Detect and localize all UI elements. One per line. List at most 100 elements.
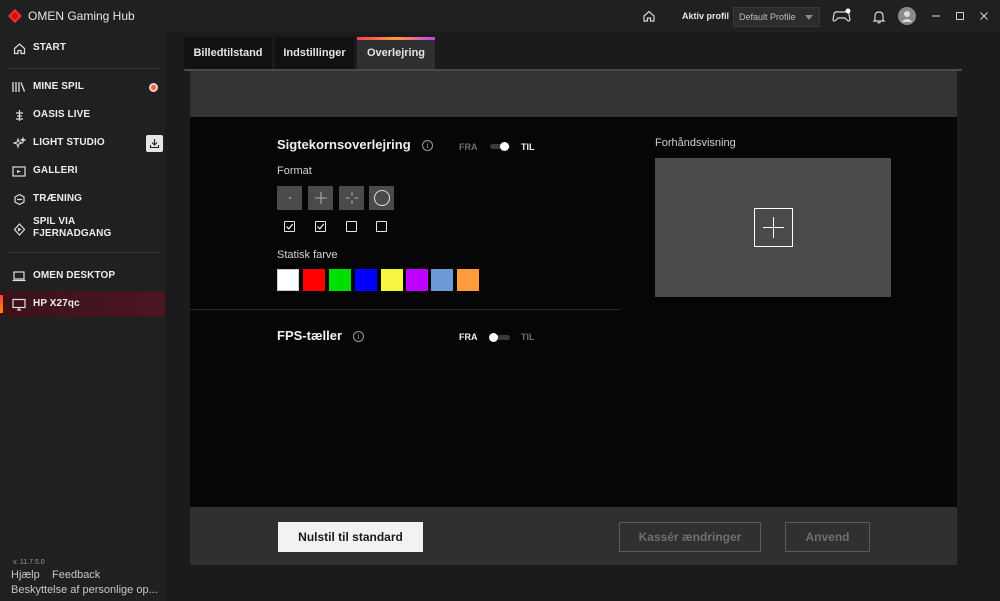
controller-icon[interactable] bbox=[830, 6, 854, 26]
notification-badge bbox=[149, 82, 158, 92]
color-swatch[interactable] bbox=[329, 269, 351, 291]
tab-label: Indstillinger bbox=[283, 47, 346, 59]
crosshair-section-title: Sigtekornsoverlejring bbox=[277, 137, 411, 152]
tab-label: Billedtilstand bbox=[193, 47, 263, 59]
download-button[interactable] bbox=[146, 134, 163, 152]
format-label: Format bbox=[277, 165, 312, 177]
fps-toggle-on-label: TIL bbox=[521, 332, 535, 342]
sidebar-item-label: OMEN DESKTOP bbox=[33, 270, 116, 281]
toggle-knob bbox=[500, 142, 509, 151]
sidebar-item-label: OASIS LIVE bbox=[33, 109, 91, 120]
tab-billedtilstand[interactable]: Billedtilstand bbox=[184, 37, 272, 69]
sidebar-item-light-studio[interactable]: LIGHT STUDIO bbox=[0, 130, 165, 156]
home-icon bbox=[11, 40, 27, 56]
sidebar-item-label: MINE SPIL bbox=[33, 81, 84, 92]
apply-button[interactable]: Anvend bbox=[785, 522, 870, 552]
format-dot-checkbox[interactable] bbox=[284, 221, 295, 232]
help-link[interactable]: Hjælp bbox=[11, 569, 40, 581]
crosshair-toggle-on-label: TIL bbox=[521, 142, 535, 152]
profile-select-value: Default Profile bbox=[739, 12, 796, 22]
sidebar-item-oasis-live[interactable]: OASIS LIVE bbox=[0, 102, 165, 128]
color-swatch[interactable] bbox=[355, 269, 377, 291]
plus-crosshair-icon bbox=[314, 192, 327, 204]
fps-section-title: FPS-tæller bbox=[277, 328, 343, 343]
info-icon[interactable]: i bbox=[422, 140, 433, 151]
sidebar-item-label: GALLERI bbox=[33, 165, 78, 176]
reset-to-default-button[interactable]: Nulstil til standard bbox=[278, 522, 423, 552]
chevron-down-icon bbox=[805, 15, 813, 20]
format-circle-checkbox[interactable] bbox=[376, 221, 387, 232]
plus-crosshair-icon bbox=[763, 217, 784, 238]
window-edge bbox=[996, 32, 1000, 601]
dot-crosshair-icon bbox=[288, 197, 291, 199]
remote-play-icon bbox=[11, 221, 27, 237]
omen-logo-icon bbox=[8, 9, 22, 23]
crosshair-toggle-off-label: FRA bbox=[459, 142, 478, 152]
check-icon bbox=[286, 223, 294, 230]
color-swatch[interactable] bbox=[457, 269, 479, 291]
sidebar-item-start[interactable]: START bbox=[0, 35, 165, 61]
sidebar-item-omen-desktop[interactable]: OMEN DESKTOP bbox=[0, 263, 165, 289]
format-gap-checkbox[interactable] bbox=[346, 221, 357, 232]
color-swatch[interactable] bbox=[277, 269, 299, 291]
fps-toggle-off-label: FRA bbox=[459, 332, 478, 342]
format-dot-tile[interactable] bbox=[277, 186, 302, 210]
sidebar-item-traening[interactable]: TRÆNING bbox=[0, 186, 165, 212]
privacy-link[interactable]: Beskyttelse af personlige op... bbox=[11, 584, 163, 596]
preview-crosshair bbox=[754, 208, 793, 247]
color-swatch[interactable] bbox=[406, 269, 428, 291]
check-icon bbox=[317, 223, 325, 230]
laptop-icon bbox=[11, 268, 27, 284]
format-gap-tile[interactable] bbox=[339, 186, 364, 210]
preview-box bbox=[655, 158, 891, 297]
gap-crosshair-icon bbox=[345, 192, 358, 204]
sidebar-divider bbox=[6, 68, 160, 69]
format-plus-checkbox[interactable] bbox=[315, 221, 326, 232]
tab-label: Overlejring bbox=[366, 47, 426, 59]
tab-indstillinger[interactable]: Indstillinger bbox=[275, 37, 354, 69]
info-icon[interactable]: i bbox=[353, 331, 364, 342]
section-divider bbox=[190, 309, 620, 310]
training-icon bbox=[11, 191, 27, 207]
sidebar-item-label: TRÆNING bbox=[33, 193, 83, 204]
minimize-button[interactable] bbox=[928, 8, 944, 24]
home-icon[interactable] bbox=[639, 6, 659, 26]
sidebar-item-label: START bbox=[33, 42, 67, 53]
active-tab-accent bbox=[357, 37, 435, 40]
monitor-icon bbox=[11, 296, 27, 312]
sidebar-item-remote-play[interactable]: SPIL VIA FJERNADGANG bbox=[0, 214, 165, 244]
discard-changes-button[interactable]: Kassér ændringer bbox=[619, 522, 761, 552]
format-circle-tile[interactable] bbox=[369, 186, 394, 210]
static-color-label: Statisk farve bbox=[277, 249, 338, 261]
sidebar-item-label-line2: FJERNADGANG bbox=[33, 228, 112, 239]
sidebar-item-label: HP X27qc bbox=[33, 298, 80, 309]
sidebar-item-label-line1: SPIL VIA bbox=[33, 216, 76, 227]
tab-overlejring[interactable]: Overlejring bbox=[357, 37, 435, 69]
app-window: OMEN Gaming Hub Aktiv profil Default Pro… bbox=[0, 0, 1000, 601]
sidebar-item-galleri[interactable]: GALLERI bbox=[0, 158, 165, 184]
sparkle-icon bbox=[11, 135, 27, 151]
gallery-icon bbox=[11, 163, 27, 179]
color-swatch[interactable] bbox=[303, 269, 325, 291]
title-bar: OMEN Gaming Hub Aktiv profil Default Pro… bbox=[0, 0, 1000, 32]
sidebar-divider bbox=[6, 252, 160, 253]
avatar[interactable] bbox=[897, 6, 917, 26]
format-plus-tile[interactable] bbox=[308, 186, 333, 210]
selected-accent-bar bbox=[0, 295, 3, 313]
sidebar-item-hp-x27qc[interactable]: HP X27qc bbox=[0, 291, 165, 317]
color-swatch[interactable] bbox=[431, 269, 453, 291]
feedback-link[interactable]: Feedback bbox=[52, 569, 100, 581]
library-icon bbox=[11, 79, 27, 95]
close-button[interactable] bbox=[976, 8, 992, 24]
version-label: v. 11.7.5.0 bbox=[13, 559, 45, 566]
toggle-knob bbox=[489, 333, 498, 342]
profile-select[interactable]: Default Profile bbox=[733, 7, 820, 27]
oasis-icon bbox=[11, 107, 27, 123]
color-swatch[interactable] bbox=[381, 269, 403, 291]
content-header-strip bbox=[190, 71, 957, 117]
maximize-button[interactable] bbox=[952, 8, 968, 24]
sidebar-item-mine-spil[interactable]: MINE SPIL bbox=[0, 74, 165, 100]
preview-label: Forhåndsvisning bbox=[655, 137, 736, 149]
sidebar-item-label: LIGHT STUDIO bbox=[33, 137, 105, 148]
bell-icon[interactable] bbox=[869, 6, 889, 26]
